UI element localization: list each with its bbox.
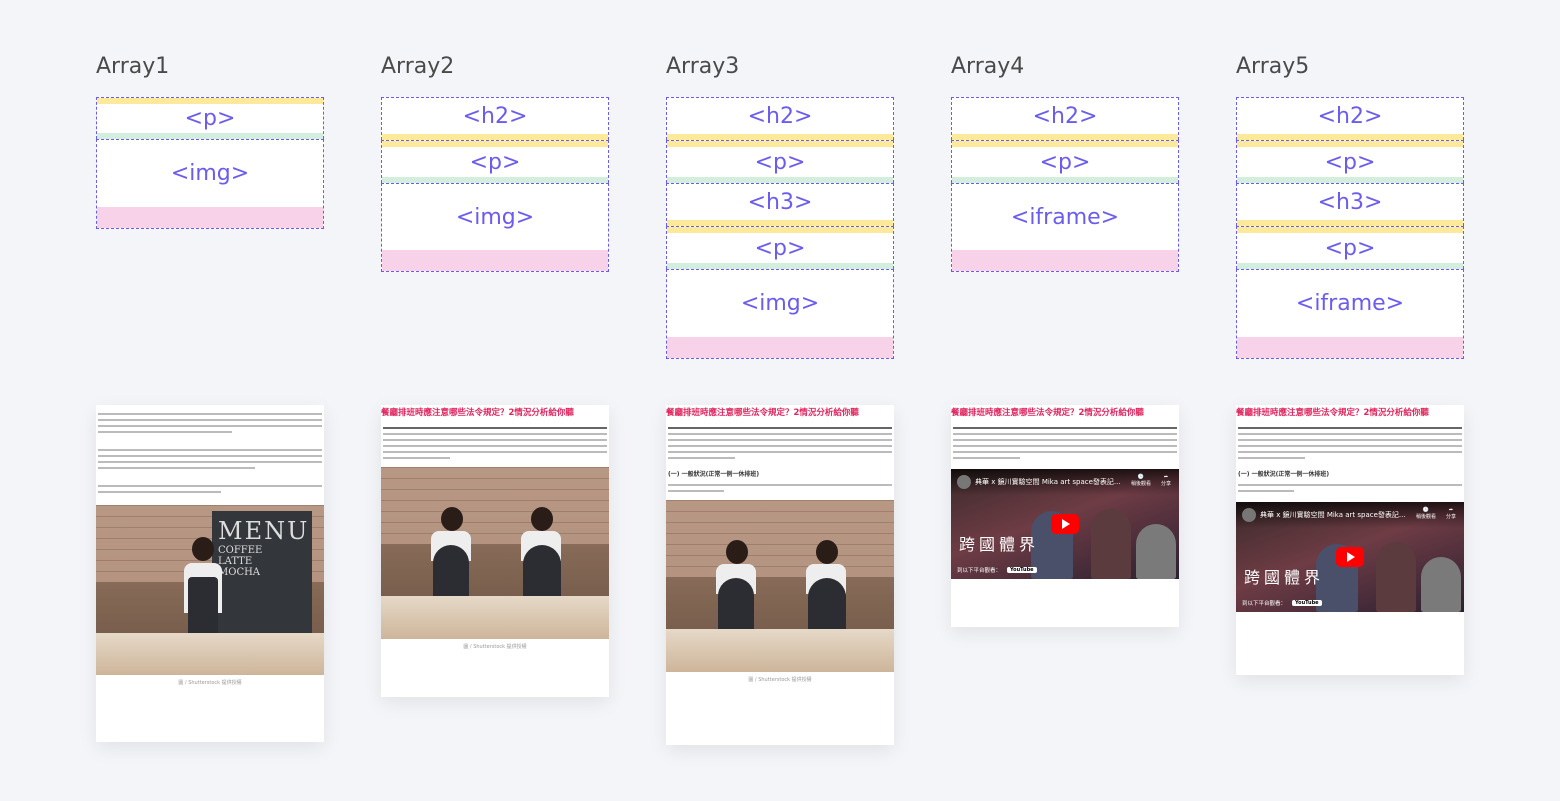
preview-image [666, 500, 894, 672]
video-title[interactable]: 典華 x 鏡川實驗空間 Mika art space發表記... [1260, 510, 1406, 520]
block-p: <p> [381, 140, 609, 183]
menu-board: MENU COFFEE LATTE MOCHA [212, 511, 312, 641]
block-label: <p> [754, 149, 806, 175]
block-schema: <h2> <p> <img> [381, 97, 609, 272]
block-label: <h2> [1032, 103, 1098, 129]
block-h2: <h2> [951, 97, 1179, 140]
watch-on-bar[interactable]: 到以下平台觀看： YouTube [957, 566, 1037, 574]
watch-later-button[interactable]: 🕓 稍後觀看 [1131, 474, 1151, 487]
block-schema: <h2> <p> <iframe> [951, 97, 1179, 272]
column-title: Array1 [96, 54, 170, 79]
block-schema: <h2> <p> <h3> <p> <iframe> [1236, 97, 1464, 359]
block-p: <p> [666, 226, 894, 269]
image-caption: 圖 / Shutterstock 提供授權 [463, 644, 527, 650]
embedded-video[interactable]: 典華 x 鏡川實驗空間 Mika art space發表記... 🕓 稍後觀看 ➦… [1236, 502, 1464, 612]
embedded-video[interactable]: 典華 x 鏡川實驗空間 Mika art space發表記... 🕓 稍後觀看 ➦… [951, 469, 1179, 579]
column-title: Array3 [666, 54, 740, 79]
block-label: <p> [469, 149, 521, 175]
column-title: Array5 [1236, 54, 1310, 79]
clock-icon: 🕓 [1422, 507, 1430, 513]
share-icon: ➦ [1163, 474, 1169, 480]
article-preview: 餐廳排班時應注意哪些法令規定？2情況分析給你聽 典華 x 鏡川實驗空間 Mika… [951, 405, 1179, 627]
block-h2: <h2> [1236, 97, 1464, 140]
block-h2: <h2> [381, 97, 609, 140]
block-p: <p> [96, 97, 324, 139]
youtube-logo-icon[interactable]: YouTube [1292, 600, 1322, 606]
preview-title: 餐廳排班時應注意哪些法令規定？2情況分析給你聽 [666, 408, 859, 418]
preview-title: 餐廳排班時應注意哪些法令規定？2情況分析給你聽 [1236, 408, 1429, 418]
block-img: <img> [96, 139, 324, 229]
preview-title: 餐廳排班時應注意哪些法令規定？2情況分析給你聽 [951, 408, 1144, 418]
block-label: <h2> [462, 103, 528, 129]
play-button[interactable] [1336, 547, 1364, 567]
watch-later-button[interactable]: 🕓 稍後觀看 [1416, 507, 1436, 520]
image-caption: 圖 / Shutterstock 提供授權 [748, 677, 812, 683]
block-label: <img> [740, 291, 820, 316]
article-preview: 餐廳排班時應注意哪些法令規定？2情況分析給你聽 (一) 一般狀況(正常一例一休排… [666, 405, 894, 745]
clock-icon: 🕓 [1137, 474, 1145, 480]
block-h2: <h2> [666, 97, 894, 140]
video-title[interactable]: 典華 x 鏡川實驗空間 Mika art space發表記... [975, 477, 1121, 487]
article-preview: 餐廳排班時應注意哪些法令規定？2情況分析給你聽 圖 / Shutterstock… [381, 405, 609, 697]
share-button[interactable]: ➦ 分享 [1161, 474, 1171, 487]
youtube-logo-icon[interactable]: YouTube [1007, 567, 1037, 573]
watch-on-bar[interactable]: 到以下平台觀看： YouTube [1242, 599, 1322, 607]
preview-image: MENU COFFEE LATTE MOCHA [96, 505, 324, 675]
share-icon: ➦ [1448, 507, 1454, 513]
image-caption: 圖 / Shutterstock 提供授權 [178, 680, 242, 686]
play-button[interactable] [1051, 514, 1079, 534]
channel-avatar[interactable] [957, 475, 971, 489]
block-label: <h2> [747, 103, 813, 129]
block-h3: <h3> [666, 183, 894, 226]
block-label: <img> [455, 204, 535, 230]
article-preview: MENU COFFEE LATTE MOCHA 圖 / Shutterstock… [96, 405, 324, 742]
block-h3: <h3> [1236, 183, 1464, 226]
block-label: <p> [184, 106, 236, 131]
block-p: <p> [1236, 226, 1464, 269]
preview-title: 餐廳排班時應注意哪些法令規定？2情況分析給你聽 [381, 408, 574, 418]
video-overlay-text: 跨國體界 [1244, 568, 1325, 587]
channel-avatar[interactable] [1242, 508, 1256, 522]
block-img: <img> [381, 183, 609, 272]
block-label: <p> [1324, 235, 1376, 261]
block-p: <p> [1236, 140, 1464, 183]
block-label: <h3> [747, 189, 813, 215]
block-label: <img> [170, 161, 250, 186]
video-overlay-text: 跨國體界 [959, 535, 1040, 554]
block-p: <p> [666, 140, 894, 183]
preview-image [381, 467, 609, 639]
block-iframe: <iframe> [1236, 269, 1464, 359]
block-label: <p> [754, 235, 806, 261]
column-title: Array2 [381, 54, 455, 79]
preview-subheading: (一) 一般狀況(正常一例一休排班) [1238, 471, 1330, 478]
block-schema: <p> <img> [96, 97, 324, 229]
block-label: <p> [1324, 149, 1376, 175]
block-label: <iframe> [1295, 291, 1405, 316]
article-preview: 餐廳排班時應注意哪些法令規定？2情況分析給你聽 (一) 一般狀況(正常一例一休排… [1236, 405, 1464, 675]
block-iframe: <iframe> [951, 183, 1179, 272]
block-label: <iframe> [1010, 204, 1120, 230]
column-title: Array4 [951, 54, 1025, 79]
block-label: <h2> [1317, 103, 1383, 129]
block-p: <p> [951, 140, 1179, 183]
block-label: <h3> [1317, 189, 1383, 215]
preview-subheading: (一) 一般狀況(正常一例一休排班) [668, 471, 760, 478]
block-img: <img> [666, 269, 894, 359]
block-label: <p> [1039, 149, 1091, 175]
share-button[interactable]: ➦ 分享 [1446, 507, 1456, 520]
block-schema: <h2> <p> <h3> <p> <img> [666, 97, 894, 359]
